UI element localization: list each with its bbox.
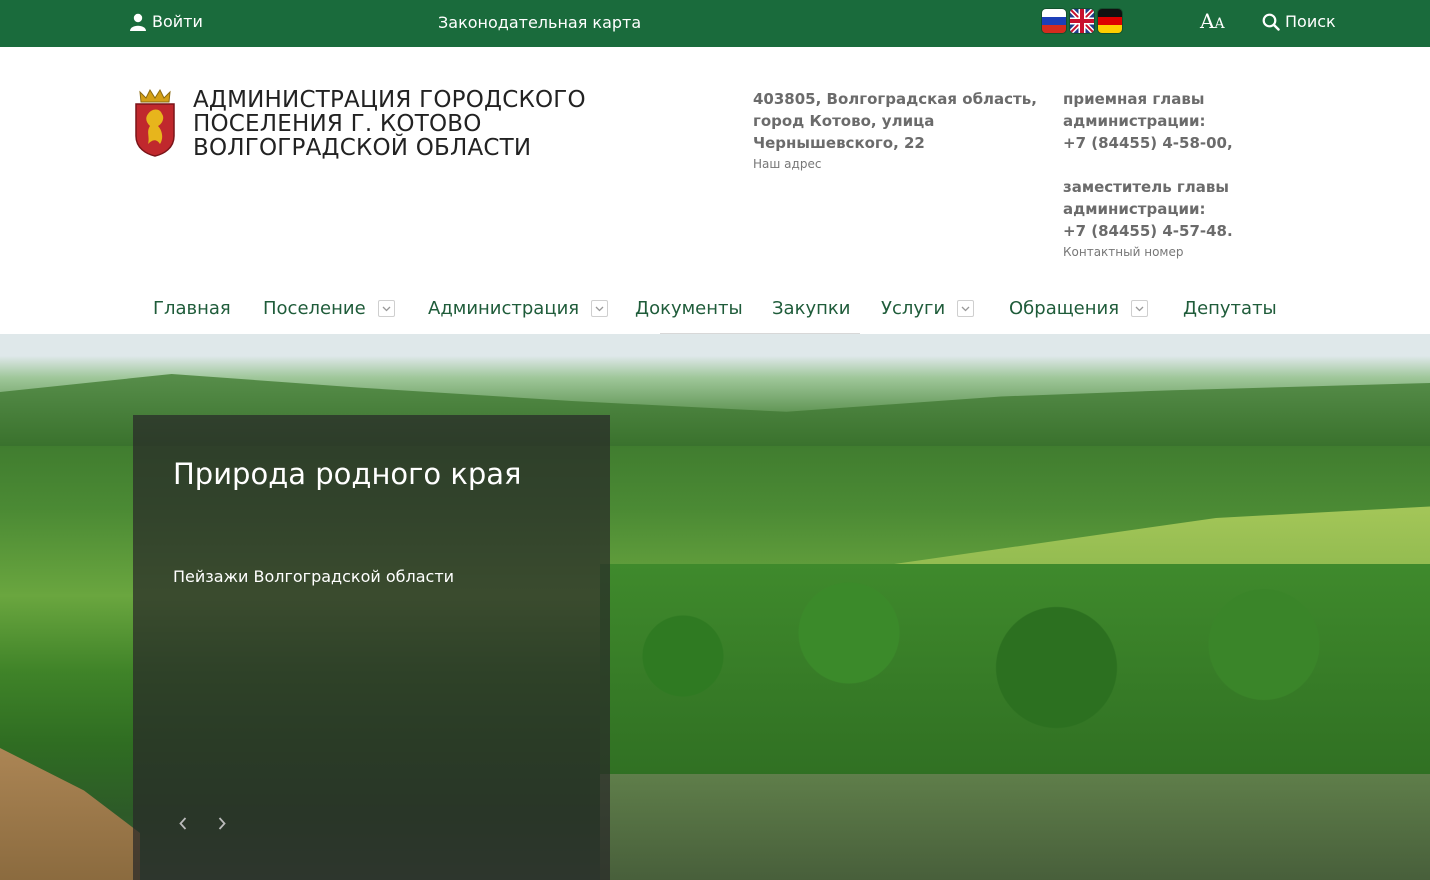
nav-item-label: Администрация [428, 298, 580, 319]
nav-item-label: Депутаты [1183, 298, 1277, 319]
contact-phone: +7 (84455) 4-58-00, [1063, 134, 1233, 152]
city-emblem-icon[interactable] [132, 88, 178, 158]
main-nav: Главная Поселение Администрация Документ… [0, 286, 1430, 334]
site-title[interactable]: АДМИНИСТРАЦИЯ ГОРОДСКОГО ПОСЕЛЕНИЯ Г. КО… [193, 88, 586, 160]
address-line: 403805, Волгоградская область, [753, 90, 1037, 108]
search-icon [1262, 13, 1280, 31]
user-icon [130, 13, 146, 31]
site-title-line: ПОСЕЛЕНИЯ Г. КОТОВО [193, 111, 482, 137]
landscape-river [600, 774, 1430, 880]
contact-caption: Контактный номер [1063, 245, 1184, 259]
contact-phone: +7 (84455) 4-57-48. [1063, 222, 1233, 240]
contact-line: администрации: [1063, 112, 1206, 130]
search-link[interactable]: Поиск [1262, 12, 1336, 31]
contacts-block: приемная главы администрации: +7 (84455)… [1063, 88, 1303, 259]
gb-flag-icon[interactable] [1070, 9, 1094, 33]
nav-item-settlement[interactable]: Поселение [263, 298, 395, 319]
hero-slider[interactable]: Природа родного края Пейзажи Волгоградск… [0, 334, 1430, 880]
contact-line: приемная главы [1063, 90, 1205, 108]
landscape-trees [600, 564, 1430, 794]
contact-spacer [1063, 154, 1303, 176]
font-size-toggle[interactable]: AA [1200, 9, 1225, 33]
slide-title: Природа родного края [173, 457, 522, 491]
slider-next-button[interactable] [212, 813, 232, 833]
login-link[interactable]: Войти [130, 12, 203, 31]
nav-item-services[interactable]: Услуги [881, 298, 975, 319]
site-title-line: АДМИНИСТРАЦИЯ ГОРОДСКОГО [193, 87, 586, 113]
nav-item-label: Главная [153, 298, 231, 319]
slide-subtitle: Пейзажи Волгоградской области [173, 567, 455, 586]
address-block: 403805, Волгоградская область, город Кот… [753, 88, 1043, 171]
nav-item-label: Закупки [772, 298, 851, 319]
legal-map-link[interactable]: Законодательная карта [438, 13, 641, 32]
nav-item-procurement[interactable]: Закупки [772, 298, 850, 319]
site-title-line: ВОЛГОГРАДСКОЙ ОБЛАСТИ [193, 135, 532, 161]
slider-prev-button[interactable] [173, 813, 193, 833]
font-size-big-letter: A [1200, 9, 1215, 33]
address-caption: Наш адрес [753, 157, 822, 171]
search-label: Поиск [1285, 12, 1336, 31]
chevron-down-icon[interactable] [957, 300, 975, 317]
chevron-down-icon[interactable] [591, 300, 609, 317]
chevron-left-icon [179, 816, 187, 830]
nav-item-administration[interactable]: Администрация [428, 298, 609, 319]
landscape-cliff [0, 748, 140, 880]
chevron-down-icon[interactable] [377, 300, 395, 317]
nav-item-appeals[interactable]: Обращения [1009, 298, 1149, 319]
top-bar: Войти Законодательная карта AA Поиск [0, 0, 1430, 47]
ru-flag-icon[interactable] [1042, 9, 1066, 33]
de-flag-icon[interactable] [1098, 9, 1122, 33]
nav-item-label: Услуги [881, 298, 946, 319]
nav-item-label: Обращения [1009, 298, 1120, 319]
nav-item-label: Поселение [263, 298, 366, 319]
chevron-right-icon [218, 816, 226, 830]
slide-caption: Природа родного края Пейзажи Волгоградск… [133, 415, 610, 880]
contact-line: администрации: [1063, 200, 1206, 218]
nav-item-label: Документы [635, 298, 743, 319]
nav-item-home[interactable]: Главная [153, 298, 231, 319]
contact-line: заместитель главы [1063, 178, 1229, 196]
address-line: Чернышевского, 22 [753, 134, 925, 152]
nav-item-deputies[interactable]: Депутаты [1183, 298, 1277, 319]
login-label: Войти [152, 12, 203, 31]
nav-item-documents[interactable]: Документы [635, 298, 743, 319]
font-size-small-letter: A [1214, 16, 1225, 32]
language-switcher [1042, 9, 1122, 33]
address-line: город Котово, улица [753, 112, 935, 130]
chevron-down-icon[interactable] [1131, 300, 1149, 317]
